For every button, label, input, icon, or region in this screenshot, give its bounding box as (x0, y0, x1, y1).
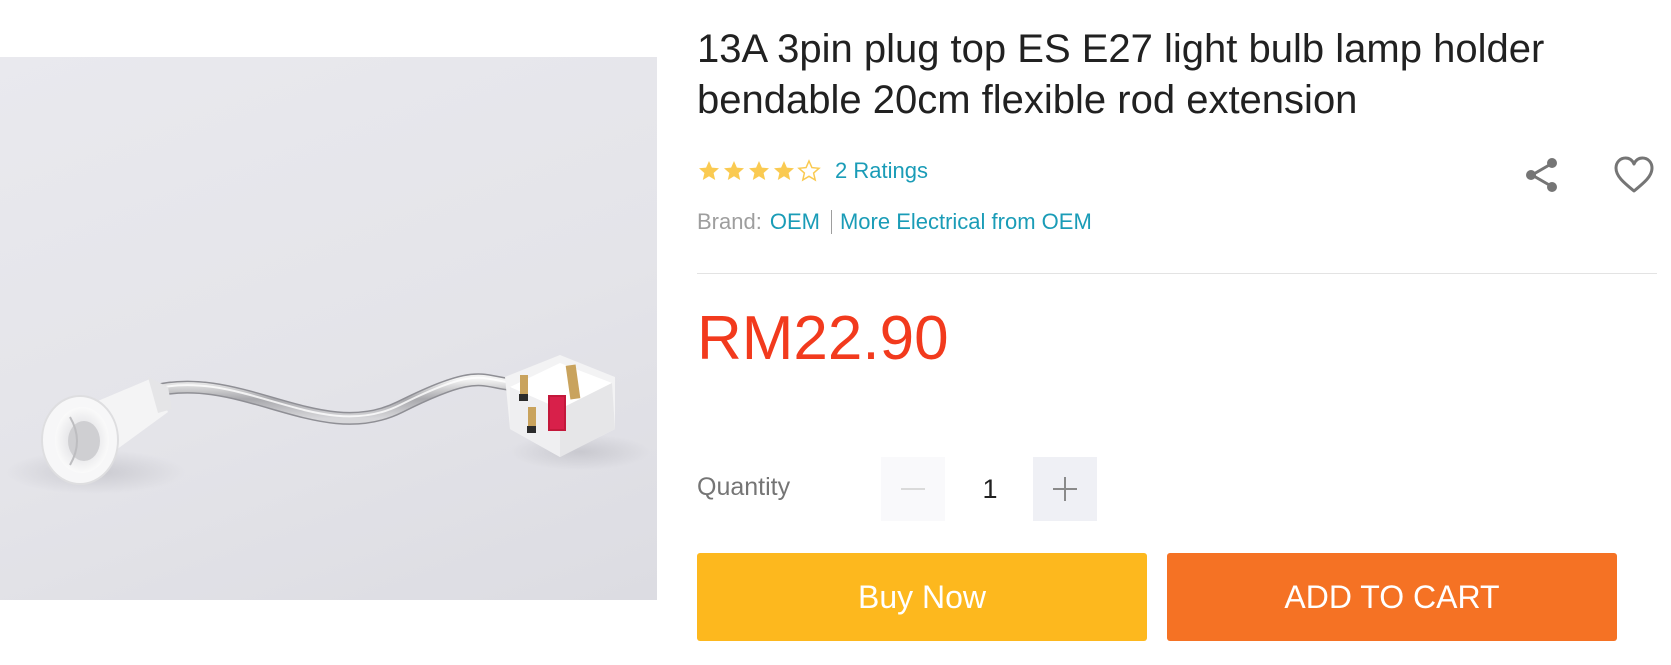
star-filled-icon (774, 161, 794, 180)
brand-row: Brand: OEM More Electrical from OEM (697, 209, 1092, 235)
brand-divider (830, 210, 832, 234)
quantity-label: Quantity (697, 473, 791, 501)
rating-row: 2 Ratings (697, 158, 928, 184)
more-from-brand-link[interactable]: More Electrical from OEM (840, 209, 1092, 235)
star-empty-icon (797, 159, 821, 182)
quantity-decrease-button[interactable] (881, 457, 945, 521)
brand-label: Brand: (697, 209, 762, 234)
section-divider (697, 273, 1657, 274)
share-icon[interactable] (1523, 156, 1561, 194)
star-filled-icon (724, 161, 744, 180)
buy-now-button[interactable]: Buy Now (697, 553, 1147, 641)
heart-icon[interactable] (1613, 155, 1655, 195)
minus-icon (901, 488, 925, 490)
quantity-input[interactable]: 1 (958, 457, 1022, 521)
star-filled-icon (749, 161, 769, 180)
star-filled-icon (699, 161, 719, 180)
rating-stars (697, 159, 821, 183)
product-image[interactable] (0, 57, 657, 600)
ratings-link[interactable]: 2 Ratings (835, 158, 928, 184)
product-photo (5, 355, 650, 494)
product-price: RM22.90 (697, 304, 949, 373)
add-to-cart-button[interactable]: ADD TO CART (1167, 553, 1617, 641)
brand-link[interactable]: OEM (770, 209, 820, 235)
plus-icon (1053, 477, 1077, 501)
quantity-increase-button[interactable] (1033, 457, 1097, 521)
product-title: 13A 3pin plug top ES E27 light bulb lamp… (697, 27, 1545, 122)
